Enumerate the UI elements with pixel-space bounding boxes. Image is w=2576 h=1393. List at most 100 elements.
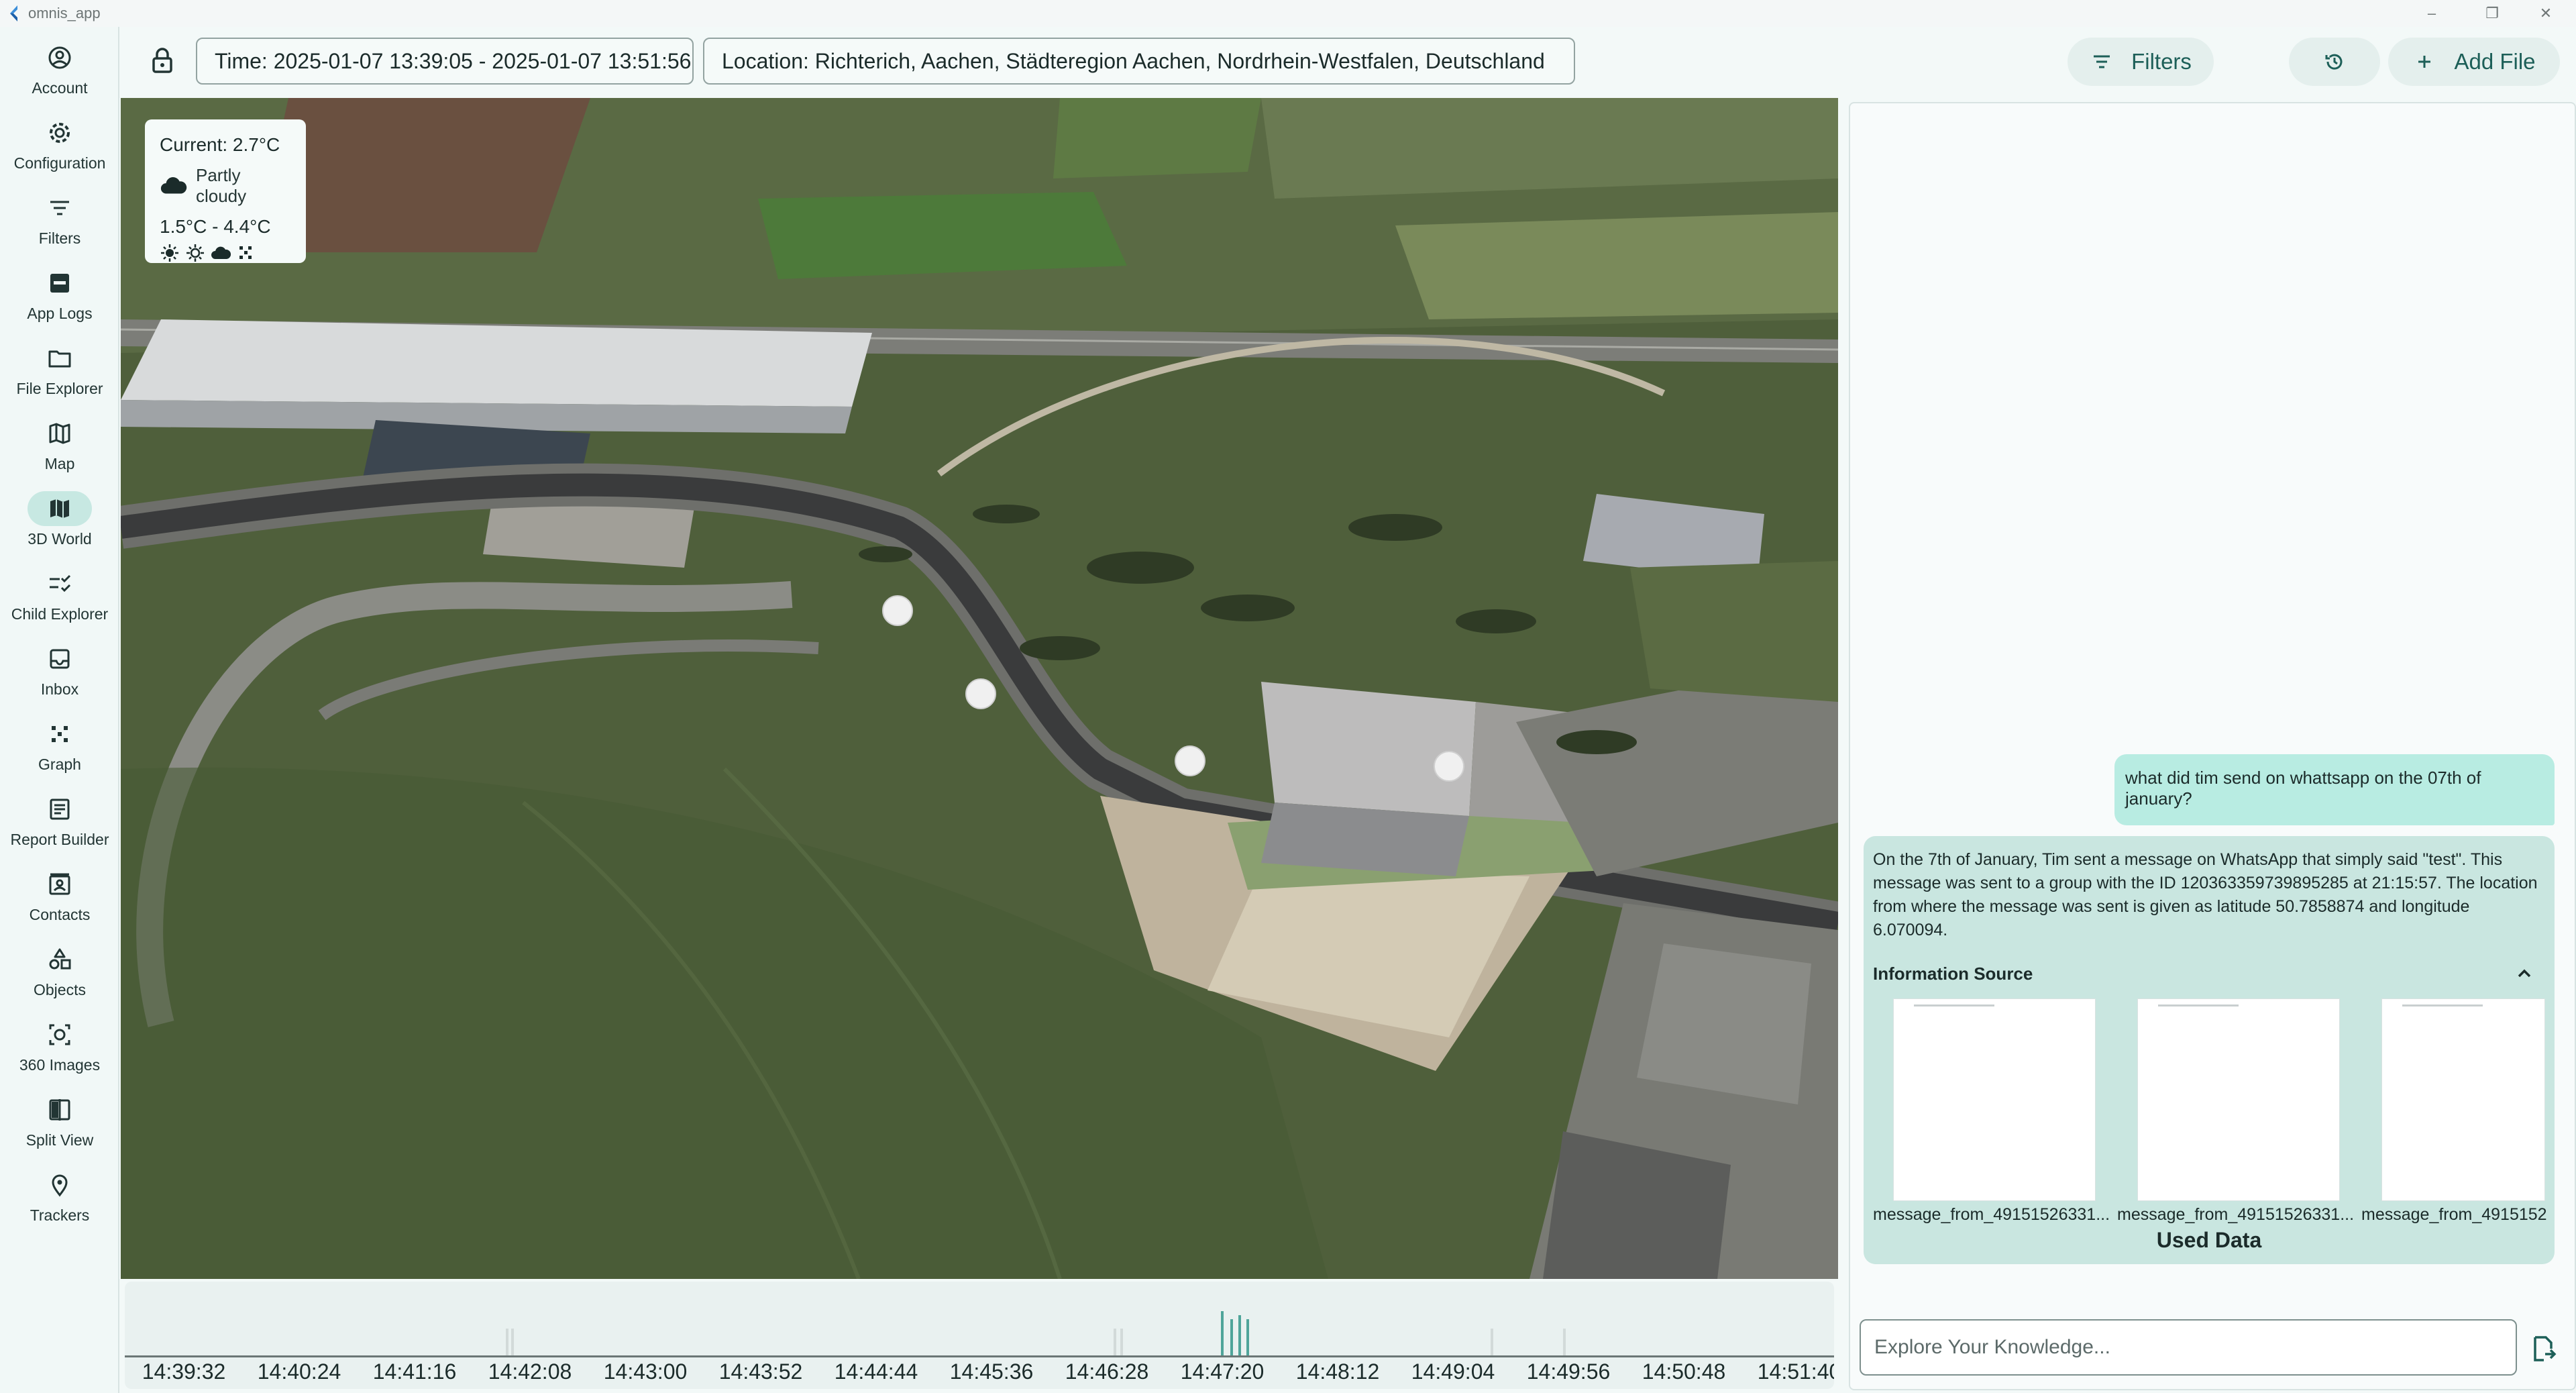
nav-label: Objects: [34, 981, 86, 998]
nav-item-app-logs[interactable]: App Logs: [0, 259, 119, 333]
timeline-event-marker: [506, 1329, 508, 1355]
checklist-icon: [50, 574, 71, 592]
nav-item-account[interactable]: Account: [0, 34, 119, 107]
timeline-tick-label: 14:49:04: [1411, 1359, 1495, 1384]
timeline-tick-label: 14:42:08: [488, 1359, 572, 1384]
map-marker[interactable]: [1434, 751, 1464, 782]
source-thumbnail[interactable]: [2381, 998, 2545, 1201]
location-chip[interactable]: Location: Richterich, Aachen, Städteregi…: [703, 38, 1575, 85]
nav-icon-wrap: [28, 341, 92, 376]
maximize-button[interactable]: ❐: [2462, 0, 2522, 27]
source-caption[interactable]: message_from_4915152: [2361, 1205, 2553, 1225]
nav-label: File Explorer: [16, 380, 103, 397]
minimize-button[interactable]: –: [2402, 0, 2462, 27]
map-icon: [49, 423, 70, 444]
send-document-icon[interactable]: [2529, 1334, 2559, 1363]
nav-item-trackers[interactable]: Trackers: [0, 1161, 119, 1235]
timeline-tick-label: 14:44:44: [834, 1359, 918, 1384]
nav-item-child-explorer[interactable]: Child Explorer: [0, 560, 119, 633]
used-data-label[interactable]: Used Data: [1864, 1228, 2555, 1253]
graph-nodes-icon: [52, 726, 68, 742]
timeline-event-marker: [1120, 1329, 1123, 1355]
nav-item-3d-world[interactable]: 3D World: [0, 484, 119, 558]
knowledge-chat-panel: what did tim send on whattsapp on the 07…: [1849, 102, 2576, 1390]
nav-item-map[interactable]: Map: [0, 409, 119, 483]
time-range-chip[interactable]: Time: 2025-01-07 13:39:05 - 2025-01-07 1…: [196, 38, 694, 85]
timeline-event-marker[interactable]: [1230, 1319, 1233, 1355]
timeline-tick-label: 14:51:40: [1757, 1359, 1834, 1384]
nav-icon-wrap: [28, 266, 92, 301]
minimize-icon: –: [2427, 5, 2436, 21]
chevron-up-icon[interactable]: [2514, 964, 2534, 984]
timeline-tick-label: 14:43:00: [603, 1359, 688, 1384]
thumbnail-preview-line: [1914, 1004, 1994, 1007]
weather-condition-row: Partly cloudy: [160, 165, 291, 207]
weather-current: Current: 2.7°C: [160, 134, 280, 155]
timeline-event-marker[interactable]: [1246, 1319, 1249, 1355]
weather-forecast-icons: [160, 243, 291, 263]
nav-icon-wrap: [28, 491, 92, 526]
source-caption[interactable]: message_from_49151526331...: [1873, 1205, 2116, 1225]
filters-button[interactable]: Filters: [2068, 38, 2214, 86]
source-caption[interactable]: message_from_49151526331...: [2117, 1205, 2360, 1225]
close-button[interactable]: ✕: [2516, 0, 2576, 27]
inbox-icon: [50, 649, 70, 669]
shapes-icon: [49, 948, 71, 970]
source-thumbnail[interactable]: [1893, 998, 2096, 1201]
information-source-title: Information Source: [1873, 964, 2033, 984]
3d-world-viewport[interactable]: Current: 2.7°C Partly cloudy 1.5°C - 4.4…: [121, 98, 1838, 1279]
nav-icon-wrap: [28, 566, 92, 601]
timeline-scrubber[interactable]: 14:39:32 14:40:24 14:41:16 14:42:08 14:43:00…: [125, 1282, 1834, 1389]
timeline-tick-label: 14:45:36: [949, 1359, 1034, 1384]
nav-icon-wrap: [28, 867, 92, 902]
lock-icon[interactable]: [148, 46, 177, 75]
timeline-tick-label: 14:43:52: [718, 1359, 803, 1384]
nav-icon-wrap: [28, 40, 92, 75]
map-marker[interactable]: [882, 595, 913, 626]
map-marker[interactable]: [1175, 745, 1205, 776]
contacts-icon: [49, 873, 70, 895]
aerial-3d-scene[interactable]: [121, 98, 1838, 1279]
history-button[interactable]: [2289, 38, 2380, 86]
timeline-event-marker[interactable]: [1238, 1315, 1241, 1355]
nav-item-filters[interactable]: Filters: [0, 184, 119, 258]
location-text: Location: Richterich, Aachen, Städteregi…: [722, 48, 1545, 73]
nav-item-360-images[interactable]: 360 Images: [0, 1011, 119, 1084]
nav-item-contacts[interactable]: Contacts: [0, 860, 119, 934]
nav-item-graph[interactable]: Graph: [0, 710, 119, 784]
timeline-event-marker: [511, 1329, 514, 1355]
nav-label: App Logs: [27, 305, 93, 322]
nav-icon-wrap: [28, 1092, 92, 1127]
timeline-tick-label: 14:48:12: [1295, 1359, 1380, 1384]
folder-icon: [48, 350, 71, 368]
timeline-tick-label: 14:47:20: [1180, 1359, 1265, 1384]
nav-item-split-view[interactable]: Split View: [0, 1086, 119, 1159]
nav-icon-wrap: [28, 416, 92, 451]
user-message-bubble: what did tim send on whattsapp on the 07…: [2114, 754, 2555, 825]
nav-item-configuration[interactable]: Configuration: [0, 109, 119, 183]
restore-icon: ❐: [2485, 5, 2499, 21]
nav-label: Split View: [25, 1131, 94, 1149]
nav-item-inbox[interactable]: Inbox: [0, 635, 119, 709]
nav-item-report-builder[interactable]: Report Builder: [0, 785, 119, 859]
nav-item-objects[interactable]: Objects: [0, 935, 119, 1009]
plus-icon: [2418, 56, 2431, 68]
explore-knowledge-input[interactable]: [1860, 1319, 2517, 1376]
nav-icon-wrap: [28, 115, 92, 150]
sun-icon: [186, 244, 204, 262]
timeline-tick-label: 14:50:48: [1642, 1359, 1726, 1384]
nav-label: Report Builder: [10, 831, 109, 848]
timeline-event-marker: [1491, 1329, 1493, 1355]
map-marker[interactable]: [965, 678, 996, 709]
nav-label: Inbox: [40, 680, 79, 698]
nav-label: Map: [44, 455, 75, 472]
thumbnail-preview-line: [2402, 1004, 2483, 1007]
timeline-event-marker[interactable]: [1221, 1311, 1224, 1355]
filter-lines-icon: [50, 201, 69, 215]
add-file-button[interactable]: Add File: [2388, 38, 2560, 86]
assistant-message-bubble: On the 7th of January, Tim sent a messag…: [1864, 836, 2555, 1264]
nav-item-file-explorer[interactable]: File Explorer: [0, 334, 119, 408]
source-thumbnail[interactable]: [2137, 998, 2340, 1201]
account-circle-icon: [48, 46, 71, 69]
gear-icon: [50, 123, 70, 143]
